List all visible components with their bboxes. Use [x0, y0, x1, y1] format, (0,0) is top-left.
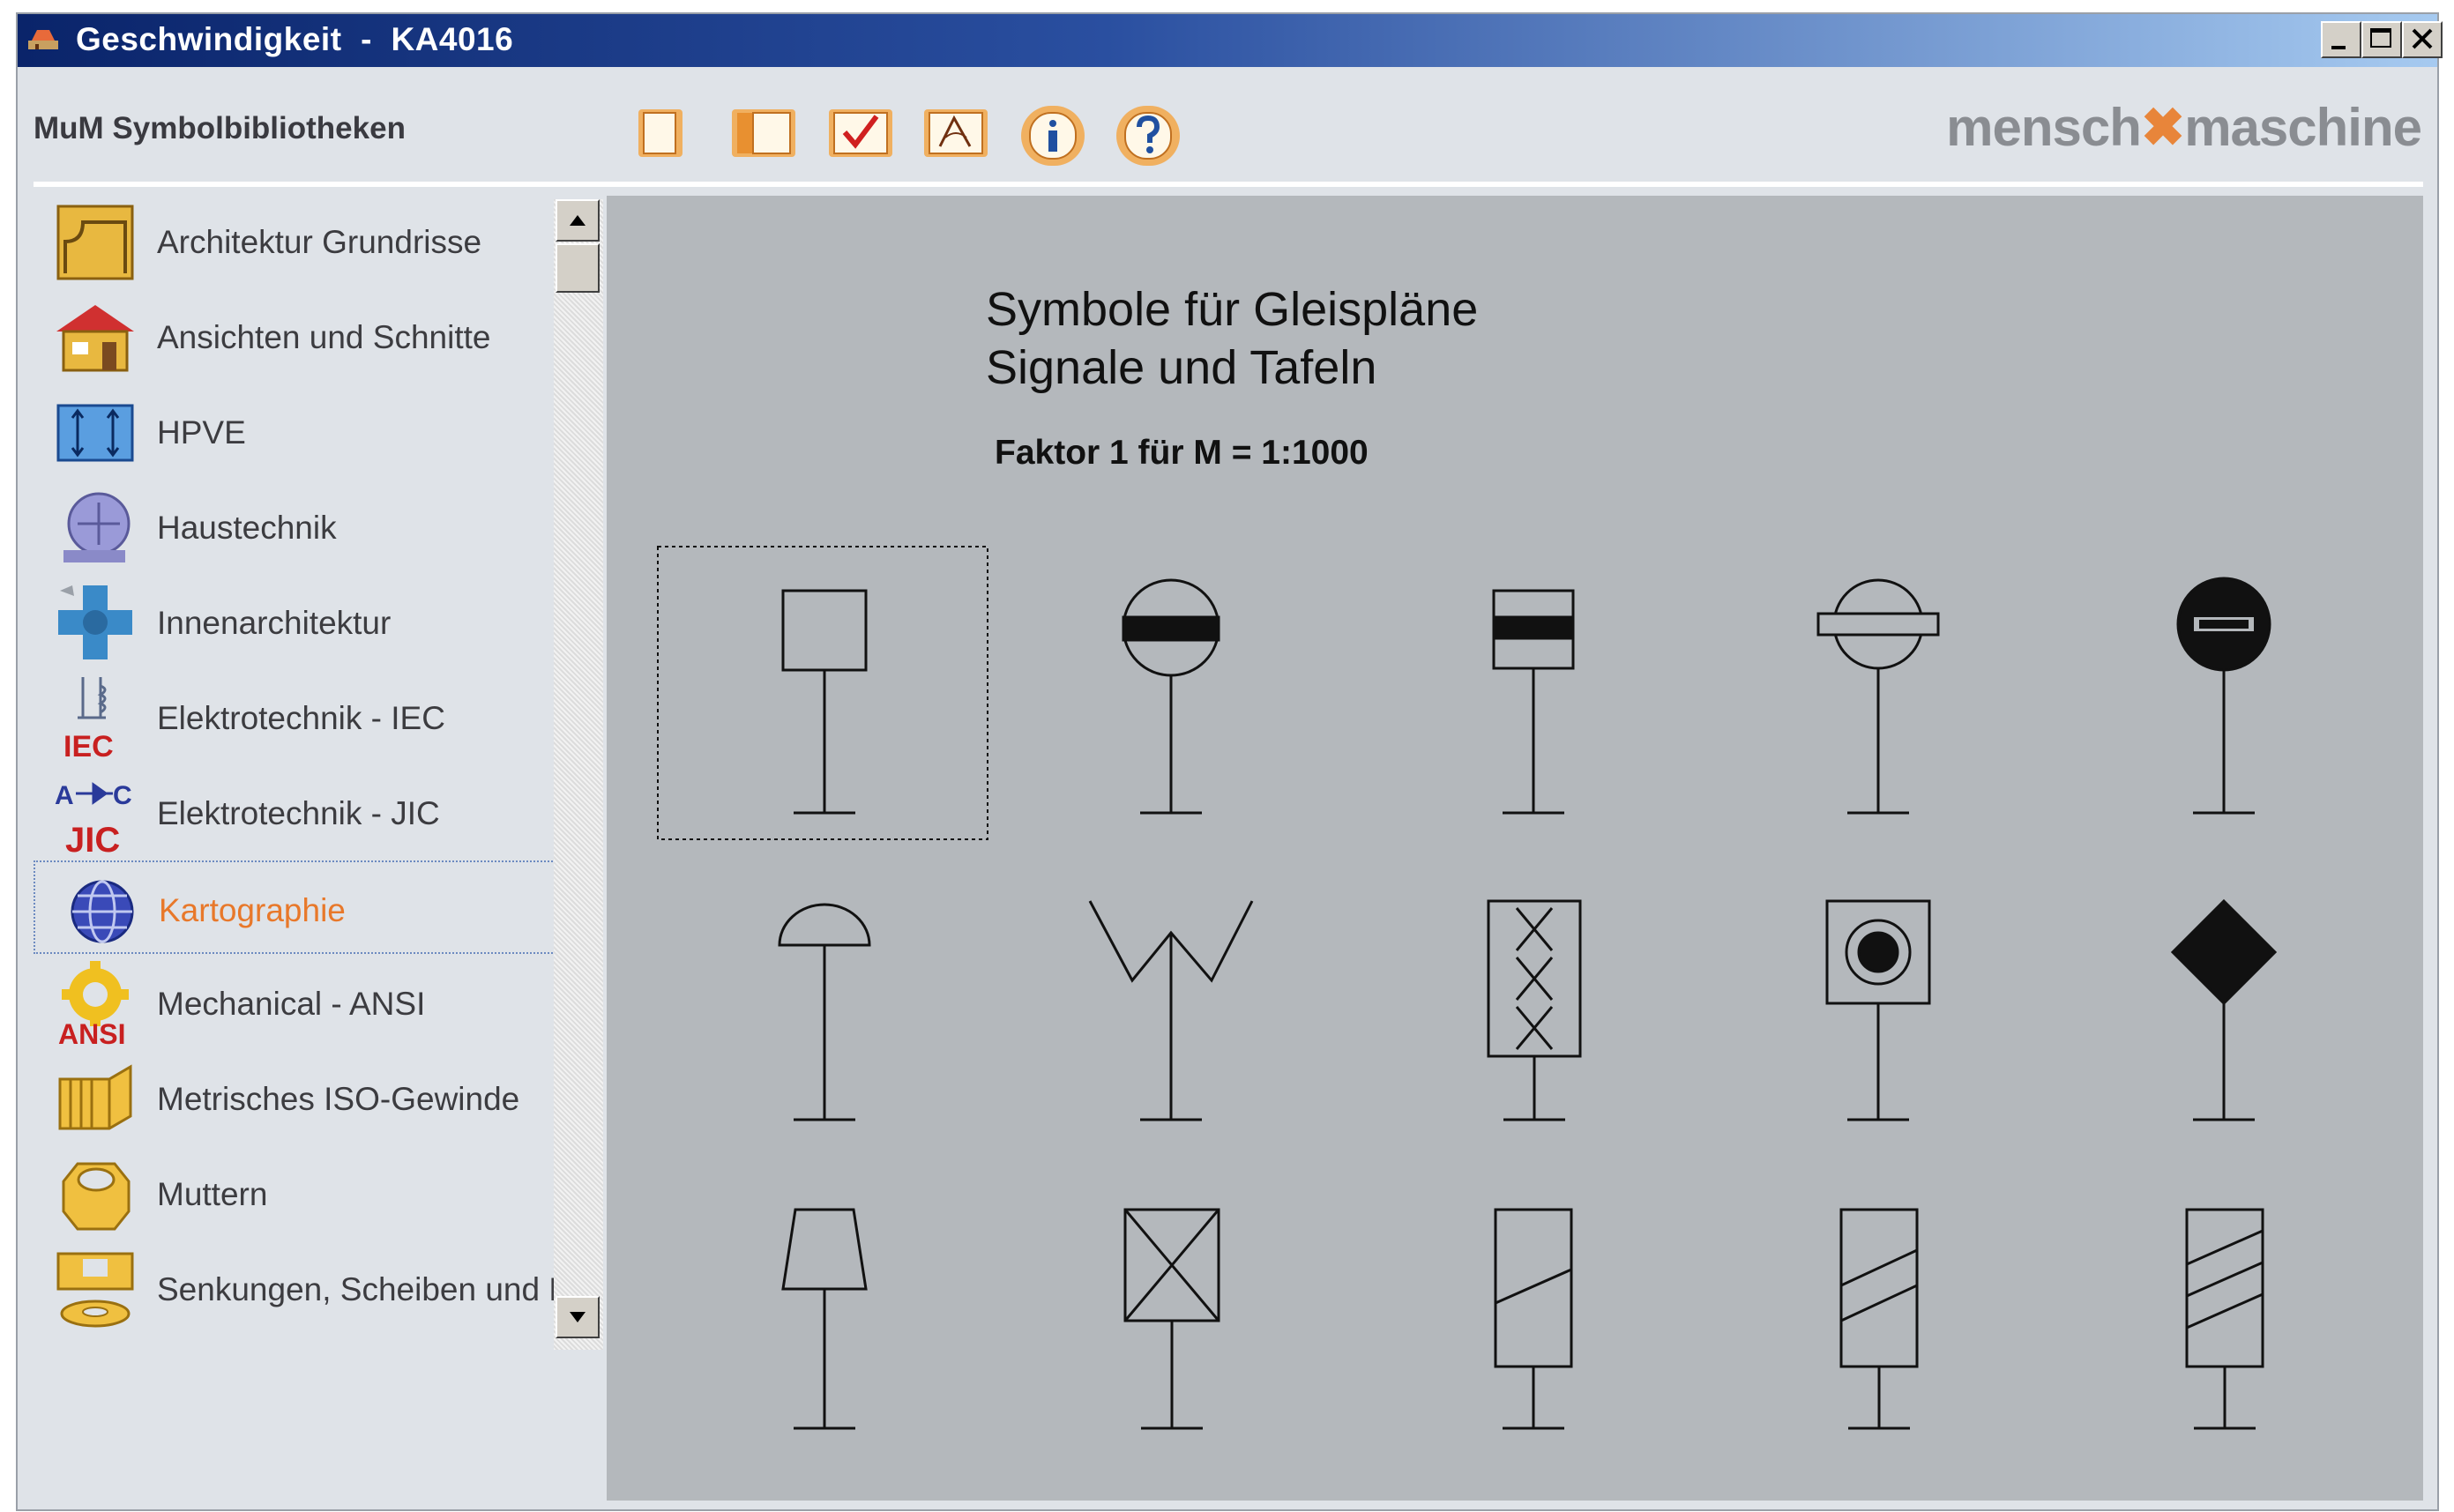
sidebar-item-label: Muttern [157, 1176, 268, 1212]
new-page-button[interactable] [633, 102, 688, 164]
logo-text-left: mensch [1946, 98, 2142, 157]
dimension-icon [56, 404, 134, 462]
sidebar-item-iso-gewinde[interactable]: Metrisches ISO-Gewinde [34, 1051, 563, 1144]
signal-one-stripe-symbol[interactable] [1494, 1208, 1573, 1430]
sidebar-scrollbar[interactable] [554, 199, 603, 1350]
signal-crossed-box-symbol[interactable] [1123, 1208, 1220, 1430]
thread-icon [58, 1064, 132, 1130]
question-icon [1116, 106, 1180, 166]
gear-icon: ANSI [58, 961, 129, 1047]
interior-icon [58, 585, 132, 659]
signal-two-stripes-symbol[interactable] [1839, 1208, 1919, 1430]
close-button[interactable] [2402, 21, 2443, 58]
sidebar-item-label: Innenarchitektur [157, 605, 392, 641]
hvac-icon [63, 492, 131, 562]
signal-square-symbol[interactable] [781, 589, 868, 815]
checkmark-icon [829, 109, 892, 157]
window-title: Geschwindigkeit - KA4016 [76, 21, 514, 57]
sidebar-item-elektro-jic[interactable]: A C JIC Elektrotechnik - JIC [34, 765, 563, 859]
header-divider [34, 182, 2423, 187]
sidebar-item-ansichten[interactable]: Ansichten und Schnitte [34, 289, 563, 383]
jic-icon: A C JIC [55, 781, 132, 857]
signal-half-circle-symbol[interactable] [778, 903, 871, 1121]
sidebar-item-label: Metrisches ISO-Gewinde [157, 1081, 520, 1117]
scroll-thumb[interactable] [556, 243, 600, 293]
sidebar-item-mechanical-ansi[interactable]: ANSI Mechanical - ANSI [34, 956, 563, 1049]
arrow-down-icon [570, 1312, 586, 1322]
symbol-grid [657, 546, 2278, 1430]
maximize-icon [2370, 28, 2391, 48]
close-icon [2412, 28, 2433, 49]
check-button[interactable] [825, 102, 892, 164]
signal-triple-x-symbol[interactable] [1487, 899, 1582, 1121]
sidebar-item-label: Haustechnik [157, 510, 337, 546]
signal-circle-bar-symbol[interactable] [1122, 578, 1220, 815]
logo-text-right: maschine [2184, 98, 2422, 157]
globe-icon [71, 880, 134, 943]
library-list: Architektur Grundrisse Ansichten und Sch… [34, 194, 591, 1340]
sidebar-item-label: Senkungen, Scheiben und Du [157, 1271, 591, 1307]
nut-icon [62, 1162, 131, 1231]
svg-text:IEC: IEC [63, 730, 114, 762]
application-window: Geschwindigkeit - KA4016 MuM Symbolbibli… [16, 12, 2443, 1511]
scroll-up-button[interactable] [556, 199, 600, 242]
sidebar-item-label: Mechanical - ANSI [157, 986, 426, 1022]
sidebar-item-haustechnik[interactable]: Haustechnik [34, 480, 563, 573]
washer-icon [56, 1252, 134, 1328]
sidebar-item-senkungen[interactable]: Senkungen, Scheiben und Du [34, 1241, 591, 1335]
scroll-down-button[interactable] [556, 1296, 600, 1338]
edit-button[interactable] [921, 102, 988, 164]
signal-trapezoid-symbol[interactable] [781, 1208, 868, 1430]
svg-text:ANSI: ANSI [58, 1018, 125, 1047]
signal-target-symbol[interactable] [1825, 899, 1931, 1121]
library-header: MuM Symbolbibliotheken [34, 111, 406, 145]
logo-x-icon: ✖ [2140, 98, 2185, 157]
sidebar-item-label: Kartographie [159, 892, 346, 928]
sidebar-item-kartographie[interactable]: Kartographie [34, 860, 563, 954]
sidebar-item-muttern[interactable]: Muttern [34, 1146, 563, 1240]
iec-icon: IEC [63, 677, 114, 762]
maximize-button[interactable] [2361, 21, 2402, 58]
sidebar-item-label: Architektur Grundrisse [157, 224, 482, 260]
signal-black-circle-symbol[interactable] [2176, 577, 2271, 815]
svg-text:JIC: JIC [65, 821, 120, 857]
compass-icon [924, 109, 988, 157]
sidebar-item-architektur[interactable]: Architektur Grundrisse [34, 194, 563, 287]
signal-rect-bar-symbol[interactable] [1492, 589, 1575, 815]
svg-text:A: A [55, 781, 74, 810]
app-icon [28, 30, 58, 49]
help-button[interactable] [1113, 102, 1180, 166]
svg-text:C: C [113, 781, 132, 810]
brand-logo: mensch✖maschine [1946, 97, 2422, 159]
sidebar-item-label: Elektrotechnik - IEC [157, 700, 445, 736]
floorplan-icon [56, 205, 134, 280]
sidebar-item-hpve[interactable]: HPVE [34, 384, 563, 478]
book-icon [732, 109, 795, 157]
minimize-icon [2331, 46, 2346, 49]
minimize-button[interactable] [2321, 21, 2361, 58]
sidebar-item-elektro-iec[interactable]: IEC Elektrotechnik - IEC [34, 670, 563, 763]
signal-circle-hbar-symbol[interactable] [1816, 578, 1940, 815]
signal-diamond-symbol[interactable] [2170, 898, 2278, 1121]
info-button[interactable] [1018, 102, 1085, 166]
house-icon [56, 305, 134, 372]
info-icon [1021, 106, 1085, 166]
sidebar-item-label: Elektrotechnik - JIC [157, 795, 440, 831]
book-button[interactable] [728, 102, 795, 164]
sidebar-item-innenarchitektur[interactable]: Innenarchitektur [34, 575, 563, 668]
sidebar-item-label: HPVE [157, 414, 246, 451]
arrow-up-icon [570, 215, 586, 226]
sidebar-item-label: Ansichten und Schnitte [157, 319, 491, 355]
blank-page-icon [638, 109, 682, 157]
signal-v-arms-symbol[interactable] [1088, 900, 1254, 1121]
title-bar[interactable]: Geschwindigkeit - KA4016 [18, 14, 2443, 67]
signal-three-stripes-symbol[interactable] [2185, 1208, 2264, 1430]
symbol-preview-area: Symbole für Gleispläne Signale und Tafel… [607, 196, 2423, 1501]
